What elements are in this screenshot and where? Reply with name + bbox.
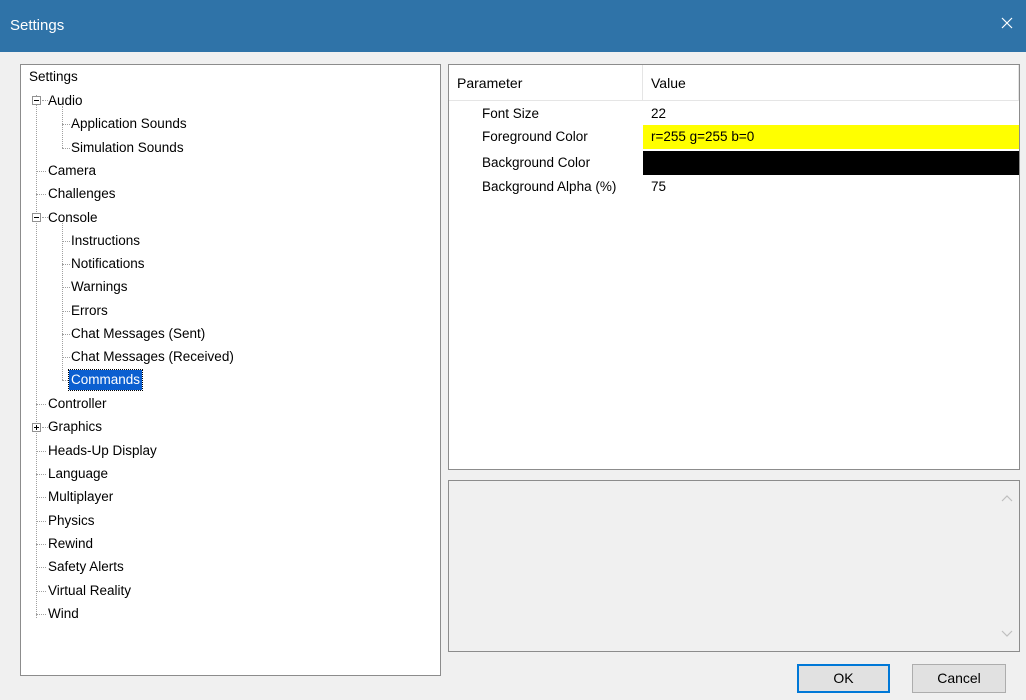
tree-item-label: Rewind bbox=[48, 536, 94, 551]
tree-item-rewind[interactable]: Rewind bbox=[46, 533, 95, 555]
collapse-audio-icon[interactable] bbox=[32, 96, 41, 105]
tree-item-label: Multiplayer bbox=[48, 489, 114, 504]
param-name: Font Size bbox=[482, 106, 540, 121]
settings-tree: Settings Audio Application Sounds Simula… bbox=[21, 65, 440, 675]
tree-item-multiplayer[interactable]: Multiplayer bbox=[46, 486, 115, 508]
tree-item-label: Simulation Sounds bbox=[71, 140, 184, 155]
tree-item-label: Chat Messages (Received) bbox=[71, 349, 234, 364]
tree-item-challenges[interactable]: Challenges bbox=[46, 183, 118, 205]
tree-item-label: Virtual Reality bbox=[48, 583, 132, 598]
parameter-grid-header: Parameter Value bbox=[449, 65, 1019, 101]
parameter-grid: Parameter Value Font Size 22 Foreground … bbox=[448, 64, 1020, 470]
tree-item-console[interactable]: Console bbox=[46, 207, 100, 229]
settings-window: Settings Settings Audio Application Soun… bbox=[0, 0, 1026, 700]
tree-root-label: Settings bbox=[29, 69, 78, 84]
tree-item-physics[interactable]: Physics bbox=[46, 510, 97, 532]
tree-item-label: Wind bbox=[48, 606, 79, 621]
tree-item-chat-messages-received[interactable]: Chat Messages (Received) bbox=[69, 346, 236, 368]
tree-item-label: Application Sounds bbox=[71, 116, 187, 131]
window-title: Settings bbox=[10, 17, 65, 34]
tree-item-heads-up-display[interactable]: Heads-Up Display bbox=[46, 440, 159, 462]
tree-item-language[interactable]: Language bbox=[46, 463, 110, 485]
column-header-value[interactable]: Value bbox=[651, 75, 686, 91]
tree-item-label: Graphics bbox=[48, 419, 103, 434]
tree-item-simulation-sounds[interactable]: Simulation Sounds bbox=[69, 137, 186, 159]
column-divider bbox=[1018, 65, 1019, 101]
scroll-down-icon[interactable] bbox=[1001, 625, 1013, 643]
tree-item-audio[interactable]: Audio bbox=[46, 90, 85, 112]
tree-item-label: Camera bbox=[48, 163, 97, 178]
param-value[interactable]: 22 bbox=[643, 102, 1019, 126]
tree-item-virtual-reality[interactable]: Virtual Reality bbox=[46, 580, 133, 602]
scroll-up-icon[interactable] bbox=[1001, 489, 1013, 507]
title-bar: Settings bbox=[0, 0, 1026, 52]
param-row-background-alpha[interactable]: Background Alpha (%) 75 bbox=[449, 175, 1019, 199]
ok-button[interactable]: OK bbox=[797, 664, 890, 693]
param-value[interactable]: 75 bbox=[643, 175, 1019, 199]
tree-item-label: Heads-Up Display bbox=[48, 443, 157, 458]
tree-item-label-selected: Commands bbox=[67, 369, 144, 391]
tree-item-commands[interactable]: Commands bbox=[67, 369, 144, 391]
param-row-foreground-color[interactable]: Foreground Color r=255 g=255 b=0 bbox=[449, 125, 1019, 149]
tree-item-notifications[interactable]: Notifications bbox=[69, 253, 147, 275]
expand-graphics-icon[interactable] bbox=[32, 423, 41, 432]
close-icon[interactable] bbox=[998, 14, 1016, 32]
tree-item-label: Challenges bbox=[48, 186, 116, 201]
foreground-color-swatch[interactable]: r=255 g=255 b=0 bbox=[643, 125, 1019, 149]
tree-item-label: Errors bbox=[71, 303, 108, 318]
tree-item-camera[interactable]: Camera bbox=[46, 160, 98, 182]
tree-item-label: Instructions bbox=[71, 233, 141, 248]
tree-item-errors[interactable]: Errors bbox=[69, 300, 110, 322]
background-color-swatch[interactable] bbox=[643, 151, 1019, 175]
tree-item-label: Physics bbox=[48, 513, 95, 528]
tree-item-chat-messages-sent[interactable]: Chat Messages (Sent) bbox=[69, 323, 207, 345]
tree-item-warnings[interactable]: Warnings bbox=[69, 276, 130, 298]
settings-tree-panel: Settings Audio Application Sounds Simula… bbox=[20, 64, 441, 676]
tree-item-label: Chat Messages (Sent) bbox=[71, 326, 206, 341]
tree-item-label: Controller bbox=[48, 396, 107, 411]
tree-line bbox=[62, 106, 63, 148]
param-name: Background Alpha (%) bbox=[482, 179, 617, 194]
description-panel bbox=[448, 480, 1020, 652]
tree-item-label: Notifications bbox=[71, 256, 145, 271]
tree-item-instructions[interactable]: Instructions bbox=[69, 230, 142, 252]
tree-item-safety-alerts[interactable]: Safety Alerts bbox=[46, 556, 126, 578]
tree-item-controller[interactable]: Controller bbox=[46, 393, 109, 415]
tree-item-graphics[interactable]: Graphics bbox=[46, 416, 104, 438]
tree-item-label: Warnings bbox=[71, 279, 128, 294]
tree-root[interactable]: Settings bbox=[27, 66, 80, 88]
collapse-console-icon[interactable] bbox=[32, 213, 41, 222]
param-row-font-size[interactable]: Font Size 22 bbox=[449, 102, 1019, 126]
column-divider[interactable] bbox=[642, 65, 643, 101]
column-header-parameter[interactable]: Parameter bbox=[457, 75, 522, 91]
tree-item-label: Console bbox=[48, 210, 98, 225]
param-name: Foreground Color bbox=[482, 129, 588, 144]
tree-item-label: Safety Alerts bbox=[48, 559, 124, 574]
tree-item-label: Language bbox=[48, 466, 109, 481]
param-name: Background Color bbox=[482, 155, 591, 170]
tree-item-wind[interactable]: Wind bbox=[46, 603, 81, 625]
tree-line bbox=[36, 95, 37, 618]
tree-item-application-sounds[interactable]: Application Sounds bbox=[69, 113, 189, 135]
param-row-background-color[interactable]: Background Color bbox=[449, 151, 1019, 175]
cancel-button[interactable]: Cancel bbox=[912, 664, 1006, 693]
tree-item-label: Audio bbox=[48, 93, 83, 108]
